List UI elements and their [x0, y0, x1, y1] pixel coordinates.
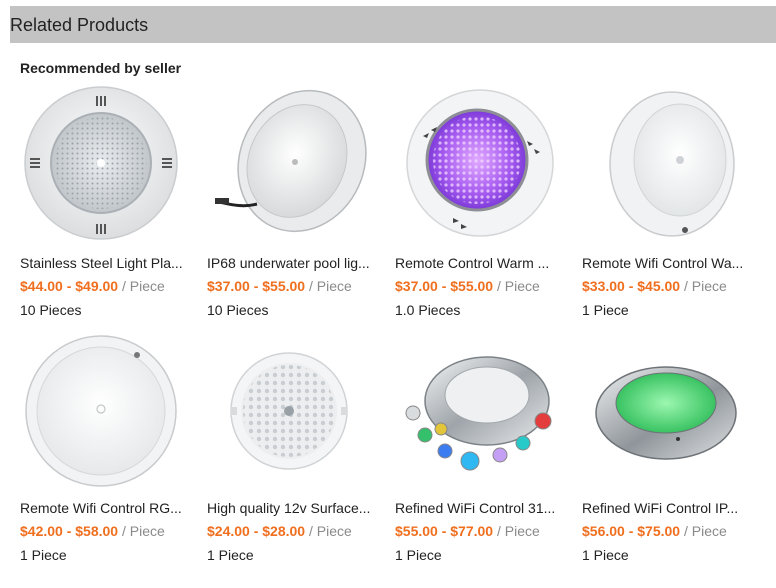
product-name[interactable]: Refined WiFi Control IP... — [582, 500, 750, 516]
product-price: $24.00 - $28.00 — [207, 523, 306, 539]
product-image[interactable] — [395, 86, 565, 246]
product-price: $42.00 - $58.00 — [20, 523, 119, 539]
product-moq: 1 Piece — [582, 547, 629, 563]
product-unit: / Piece — [308, 523, 352, 539]
product-moq: 1 Piece — [20, 547, 67, 563]
product-name[interactable]: IP68 underwater pool lig... — [207, 255, 375, 271]
product-moq: 1 Piece — [395, 547, 442, 563]
product-price-row: $44.00 - $49.00 / Piece — [20, 278, 165, 294]
product-price-row: $24.00 - $28.00 / Piece — [207, 523, 352, 539]
product-name[interactable]: Remote Control Warm ... — [395, 255, 563, 271]
product-price: $37.00 - $55.00 — [207, 278, 306, 294]
product-unit: / Piece — [121, 523, 165, 539]
product-moq: 10 Pieces — [20, 302, 82, 318]
product-grid: Stainless Steel Light Pla... $44.00 - $4… — [0, 0, 776, 588]
product-name[interactable]: Stainless Steel Light Pla... — [20, 255, 188, 271]
product-image[interactable] — [20, 86, 190, 246]
product-price: $37.00 - $55.00 — [395, 278, 494, 294]
product-unit: / Piece — [496, 523, 540, 539]
product-image[interactable] — [207, 86, 377, 246]
product-image[interactable] — [582, 331, 752, 491]
product-price-row: $56.00 - $75.00 / Piece — [582, 523, 727, 539]
product-price-row: $33.00 - $45.00 / Piece — [582, 278, 727, 294]
product-name[interactable]: Remote Wifi Control Wa... — [582, 255, 750, 271]
product-price: $55.00 - $77.00 — [395, 523, 494, 539]
product-unit: / Piece — [496, 278, 540, 294]
product-price-row: $42.00 - $58.00 / Piece — [20, 523, 165, 539]
product-name[interactable]: Refined WiFi Control 31... — [395, 500, 563, 516]
product-name[interactable]: High quality 12v Surface... — [207, 500, 375, 516]
product-name[interactable]: Remote Wifi Control RG... — [20, 500, 188, 516]
product-image[interactable] — [582, 86, 752, 246]
product-image[interactable] — [20, 331, 190, 491]
product-unit: / Piece — [308, 278, 352, 294]
product-price-row: $55.00 - $77.00 / Piece — [395, 523, 540, 539]
product-price-row: $37.00 - $55.00 / Piece — [395, 278, 540, 294]
product-image[interactable] — [207, 331, 377, 491]
product-moq: 1.0 Pieces — [395, 302, 461, 318]
product-unit: / Piece — [683, 278, 727, 294]
product-moq: 10 Pieces — [207, 302, 269, 318]
product-image[interactable] — [395, 331, 565, 491]
product-price: $56.00 - $75.00 — [582, 523, 681, 539]
product-unit: / Piece — [121, 278, 165, 294]
product-unit: / Piece — [683, 523, 727, 539]
product-price: $33.00 - $45.00 — [582, 278, 681, 294]
product-moq: 1 Piece — [207, 547, 254, 563]
product-price-row: $37.00 - $55.00 / Piece — [207, 278, 352, 294]
product-moq: 1 Piece — [582, 302, 629, 318]
product-price: $44.00 - $49.00 — [20, 278, 119, 294]
